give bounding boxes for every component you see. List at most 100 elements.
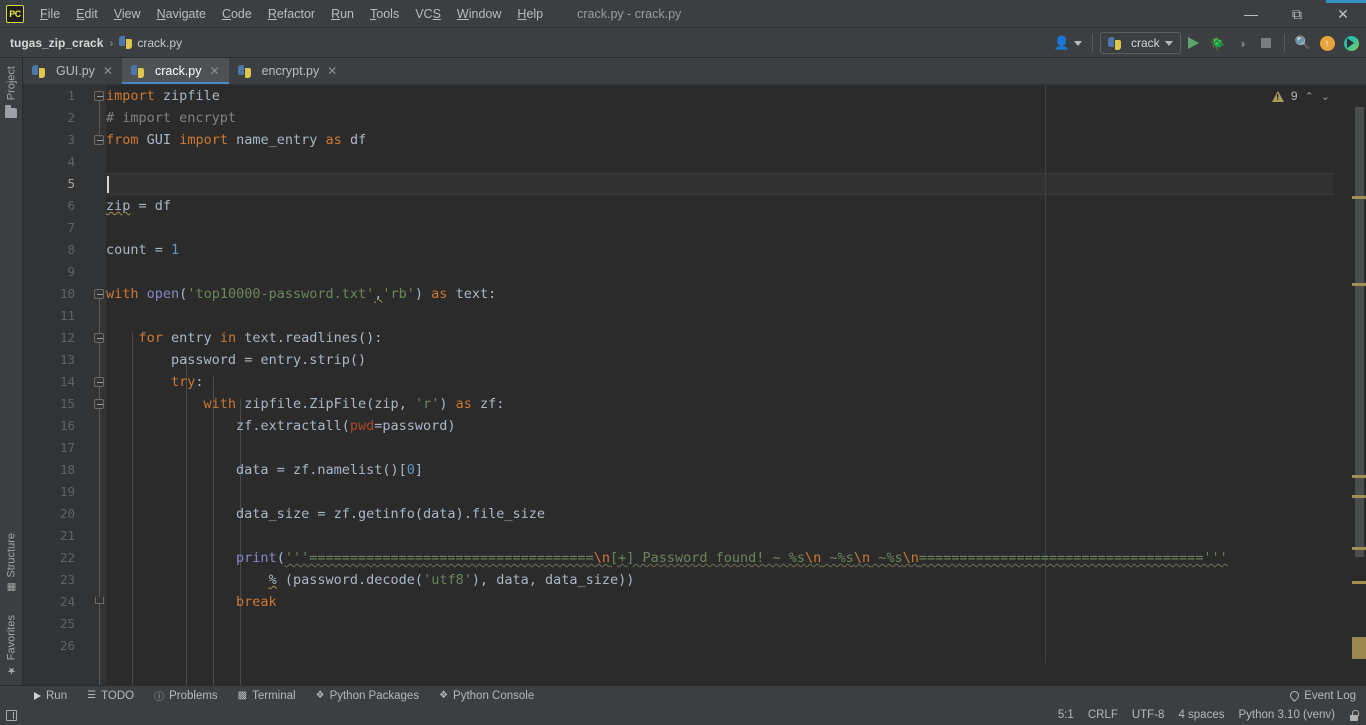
run-configuration-selector[interactable]: crack [1099,32,1181,54]
inspection-widget[interactable]: 9 ⌃ ⌄ [1271,89,1330,103]
warning-marker[interactable] [1352,196,1366,199]
update-project-button[interactable]: ↑ [1316,32,1338,54]
tool-window-terminal[interactable]: ▩ Terminal [228,686,306,706]
next-problem-icon[interactable]: ⌄ [1321,90,1330,103]
window-controls: — ⧉ ✕ [1228,0,1366,28]
chevron-down-icon [1164,40,1173,46]
caret-position[interactable]: 5:1 [1058,709,1074,721]
event-log-button[interactable]: Event Log [1288,689,1356,702]
fold-marker-line-1[interactable] [94,91,104,101]
code-line-18: data = zf.namelist()[0] [236,462,424,478]
warning-marker[interactable] [1352,283,1366,286]
tool-window-todo[interactable]: ☰ TODO [77,686,144,706]
tool-window-python-packages[interactable]: ❖ Python Packages [306,686,429,706]
fold-marker-line-14[interactable] [94,377,104,387]
code-line-20: data_size = zf.getinfo(data).file_size [236,506,545,522]
file-encoding[interactable]: UTF-8 [1132,709,1165,721]
close-button[interactable]: ✕ [1320,0,1366,28]
menu-edit[interactable]: Edit [68,3,106,25]
toolbar-divider-1 [1091,34,1093,52]
ide-assistant-button[interactable] [1340,32,1362,54]
marker-scrollbar[interactable] [1352,85,1366,685]
code-editor[interactable]: 1 2 3 4 5 6 7 8 9 10 11 12 13 14 15 16 1… [23,85,1366,685]
menu-run[interactable]: Run [323,3,362,25]
line-number: 13 [59,352,75,367]
breadcrumb-project[interactable]: tugas_zip_crack [10,36,103,50]
minimize-button[interactable]: — [1228,0,1274,28]
fold-marker-line-15[interactable] [94,399,104,409]
toolbar-divider-2 [1283,34,1285,52]
toggle-tool-windows-icon[interactable] [6,709,17,721]
tab-gui-py[interactable]: GUI.py ✕ [23,58,122,84]
warning-marker-block[interactable] [1352,637,1366,659]
maximize-button[interactable]: ⧉ [1274,0,1320,28]
close-icon[interactable]: ✕ [103,64,113,78]
sidebar-item-project[interactable]: Project [1,62,22,104]
line-separator[interactable]: CRLF [1088,709,1118,721]
left-tool-strip: Project ▦ Structure ★ Favorites [0,58,23,685]
breadcrumb: tugas_zip_crack › crack.py [10,36,182,50]
menu-file[interactable]: File [32,3,68,25]
search-icon: 🔍 [1294,35,1311,50]
warning-marker[interactable] [1352,547,1366,550]
packages-icon: ❖ [315,690,325,701]
run-configuration-label: crack [1130,36,1160,50]
menu-navigate[interactable]: Navigate [149,3,214,25]
python-interpreter[interactable]: Python 3.10 (venv) [1238,709,1335,721]
line-number: 1 [67,88,75,103]
account-button[interactable]: 👤 [1051,32,1085,54]
sidebar-item-favorites[interactable]: ★ Favorites [1,611,22,679]
lock-icon[interactable] [1349,709,1359,721]
stop-button[interactable] [1255,32,1277,54]
run-with-coverage-button[interactable]: ◑ [1231,32,1253,54]
line-number: 8 [67,242,75,257]
line-number: 17 [59,440,75,455]
info-icon: ⓘ [154,692,165,703]
fold-end-marker[interactable] [95,597,104,604]
warning-marker[interactable] [1352,581,1366,584]
breadcrumb-separator: › [109,35,114,50]
warning-marker[interactable] [1352,495,1366,498]
line-number: 12 [59,330,75,345]
menu-code[interactable]: Code [214,3,260,25]
run-button[interactable] [1183,32,1205,54]
line-number: 19 [59,484,75,499]
accent-strip [1326,0,1366,3]
scrollbar-thumb[interactable] [1355,107,1364,557]
python-file-icon [130,64,144,78]
run-icon [1188,37,1200,49]
sidebar-item-structure[interactable]: ▦ Structure [1,529,22,597]
code-line-8: count = 1 [106,242,180,258]
menu-window[interactable]: Window [449,3,509,25]
tab-crack-py[interactable]: crack.py ✕ [121,58,229,84]
menu-refactor[interactable]: Refactor [260,3,323,25]
debug-button[interactable]: 🪲 [1207,32,1229,54]
menu-vcs[interactable]: VCS [407,3,449,25]
menu-tools[interactable]: Tools [362,3,407,25]
previous-problem-icon[interactable]: ⌃ [1305,90,1314,103]
close-icon[interactable]: ✕ [210,64,220,78]
indent-setting[interactable]: 4 spaces [1178,709,1224,721]
right-margin-guide [1045,85,1046,663]
close-icon[interactable]: ✕ [327,64,337,78]
tool-window-problems[interactable]: ⓘ Problems [144,686,228,706]
line-number: 9 [67,264,75,279]
status-bar: 5:1 CRLF UTF-8 4 spaces Python 3.10 (ven… [0,705,1366,725]
tab-label: encrypt.py [261,64,320,78]
title-bar: PC File Edit View Navigate Code Refactor… [0,0,1366,28]
fold-marker-line-12[interactable] [94,333,104,343]
fold-marker-line-10[interactable] [94,289,104,299]
tab-label: GUI.py [56,64,95,78]
user-icon: 👤 [1053,35,1070,50]
tab-encrypt-py[interactable]: encrypt.py ✕ [229,58,347,84]
menu-view[interactable]: View [106,3,149,25]
menu-help[interactable]: Help [509,3,551,25]
search-everywhere-button[interactable]: 🔍 [1292,32,1314,54]
tool-window-run[interactable]: Run [24,686,77,706]
warning-marker[interactable] [1352,475,1366,478]
tool-window-python-console[interactable]: ❖ Python Console [429,686,544,706]
breadcrumb-file[interactable]: crack.py [119,36,182,50]
line-number: 11 [59,308,75,323]
code-line-15: with zipfile.ZipFile(zip, 'r') as zf: [203,396,505,412]
line-number: 21 [59,528,75,543]
